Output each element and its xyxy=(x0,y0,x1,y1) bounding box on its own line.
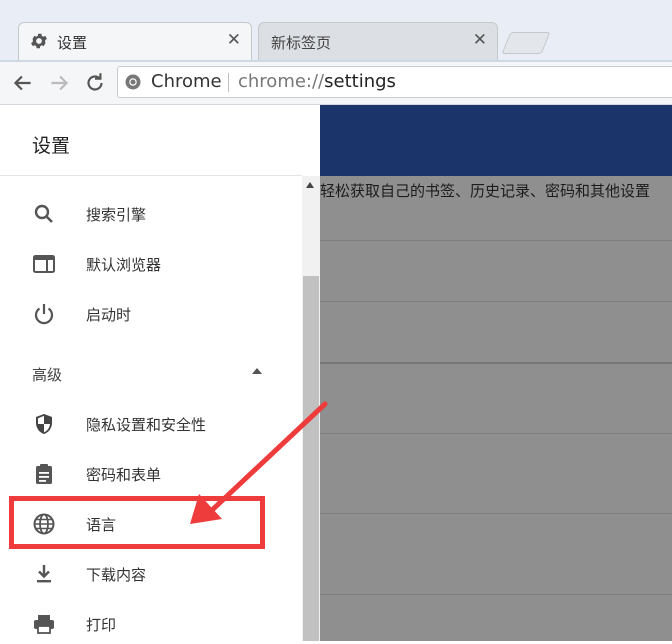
download-icon xyxy=(37,565,51,583)
forward-arrow-icon[interactable] xyxy=(46,70,72,96)
sidebar-item-passwords-forms[interactable]: 密码和表单 xyxy=(0,454,300,494)
url-text: chrome://settings xyxy=(238,71,396,92)
gear-icon xyxy=(31,33,47,49)
scroll-up-arrow-icon[interactable] xyxy=(306,182,314,188)
chevron-up-icon xyxy=(252,368,262,374)
clipboard-icon xyxy=(36,464,52,484)
sidebar-scrollbar[interactable] xyxy=(302,176,320,641)
close-icon[interactable]: ✕ xyxy=(473,29,487,51)
advanced-section-toggle[interactable]: 高级 xyxy=(0,354,300,394)
sidebar-item-label: 搜索引擎 xyxy=(86,206,147,224)
sidebar-item-downloads[interactable]: 下载内容 xyxy=(0,554,300,594)
row-divider xyxy=(320,594,672,595)
sidebar-divider xyxy=(0,175,302,176)
tab-settings[interactable]: 设置 ✕ xyxy=(18,22,252,60)
url-path: settings xyxy=(324,71,396,92)
close-icon[interactable]: ✕ xyxy=(227,29,241,51)
sidebar-item-label: 默认浏览器 xyxy=(86,256,162,274)
row-divider xyxy=(320,433,672,434)
sidebar-item-label: 密码和表单 xyxy=(86,466,162,484)
row-divider xyxy=(320,240,672,241)
sidebar-item-label: 启动时 xyxy=(86,306,132,324)
sidebar-item-label: 隐私设置和安全性 xyxy=(86,416,207,434)
settings-header-bar xyxy=(320,105,672,176)
scrollbar-thumb[interactable] xyxy=(303,276,319,641)
printer-icon xyxy=(34,615,54,634)
reload-icon[interactable] xyxy=(82,70,108,96)
settings-main-overlay: 轻松获取自己的书签、历史记录、密码和其他设置 xyxy=(320,105,672,641)
search-icon xyxy=(34,204,53,223)
sidebar-item-privacy-security[interactable]: 隐私设置和安全性 xyxy=(0,404,300,444)
tab-strip: 设置 ✕ 新标签页 ✕ xyxy=(0,0,672,62)
chrome-icon xyxy=(125,74,141,90)
row-divider xyxy=(320,362,672,364)
tab-title: 设置 xyxy=(57,34,88,52)
sidebar-title: 设置 xyxy=(32,135,71,157)
url-scheme: chrome:// xyxy=(238,71,325,92)
sync-description: 轻松获取自己的书签、历史记录、密码和其他设置 xyxy=(320,182,651,200)
omnibox[interactable]: Chrome chrome://settings xyxy=(117,66,672,98)
annotation-highlight-box xyxy=(9,496,265,549)
sidebar-item-on-startup[interactable]: 启动时 xyxy=(0,294,300,334)
sidebar-item-search-engine[interactable]: 搜索引擎 xyxy=(0,194,300,234)
shield-icon xyxy=(36,414,52,434)
back-arrow-icon[interactable] xyxy=(10,70,36,96)
settings-sidebar: 设置 搜索引擎 默认浏览器 启动时 高级 隐私设置和安全性 密码和表单 语言 下… xyxy=(0,105,302,641)
toolbar: Chrome chrome://settings xyxy=(0,62,672,105)
new-tab-button[interactable] xyxy=(501,32,551,54)
sidebar-item-label: 下载内容 xyxy=(86,566,147,584)
sidebar-item-default-browser[interactable]: 默认浏览器 xyxy=(0,244,300,284)
row-divider xyxy=(320,301,672,302)
sidebar-item-printing[interactable]: 打印 xyxy=(0,604,300,644)
advanced-section-label: 高级 xyxy=(32,366,63,384)
sidebar-item-label: 打印 xyxy=(86,616,117,634)
row-divider xyxy=(320,513,672,514)
tab-title: 新标签页 xyxy=(271,34,332,52)
power-icon xyxy=(34,304,54,325)
omnibox-separator xyxy=(228,73,229,92)
omnibox-chip: Chrome xyxy=(151,71,222,92)
tab-new-tab[interactable]: 新标签页 ✕ xyxy=(258,22,498,60)
browser-window-icon xyxy=(33,255,55,273)
